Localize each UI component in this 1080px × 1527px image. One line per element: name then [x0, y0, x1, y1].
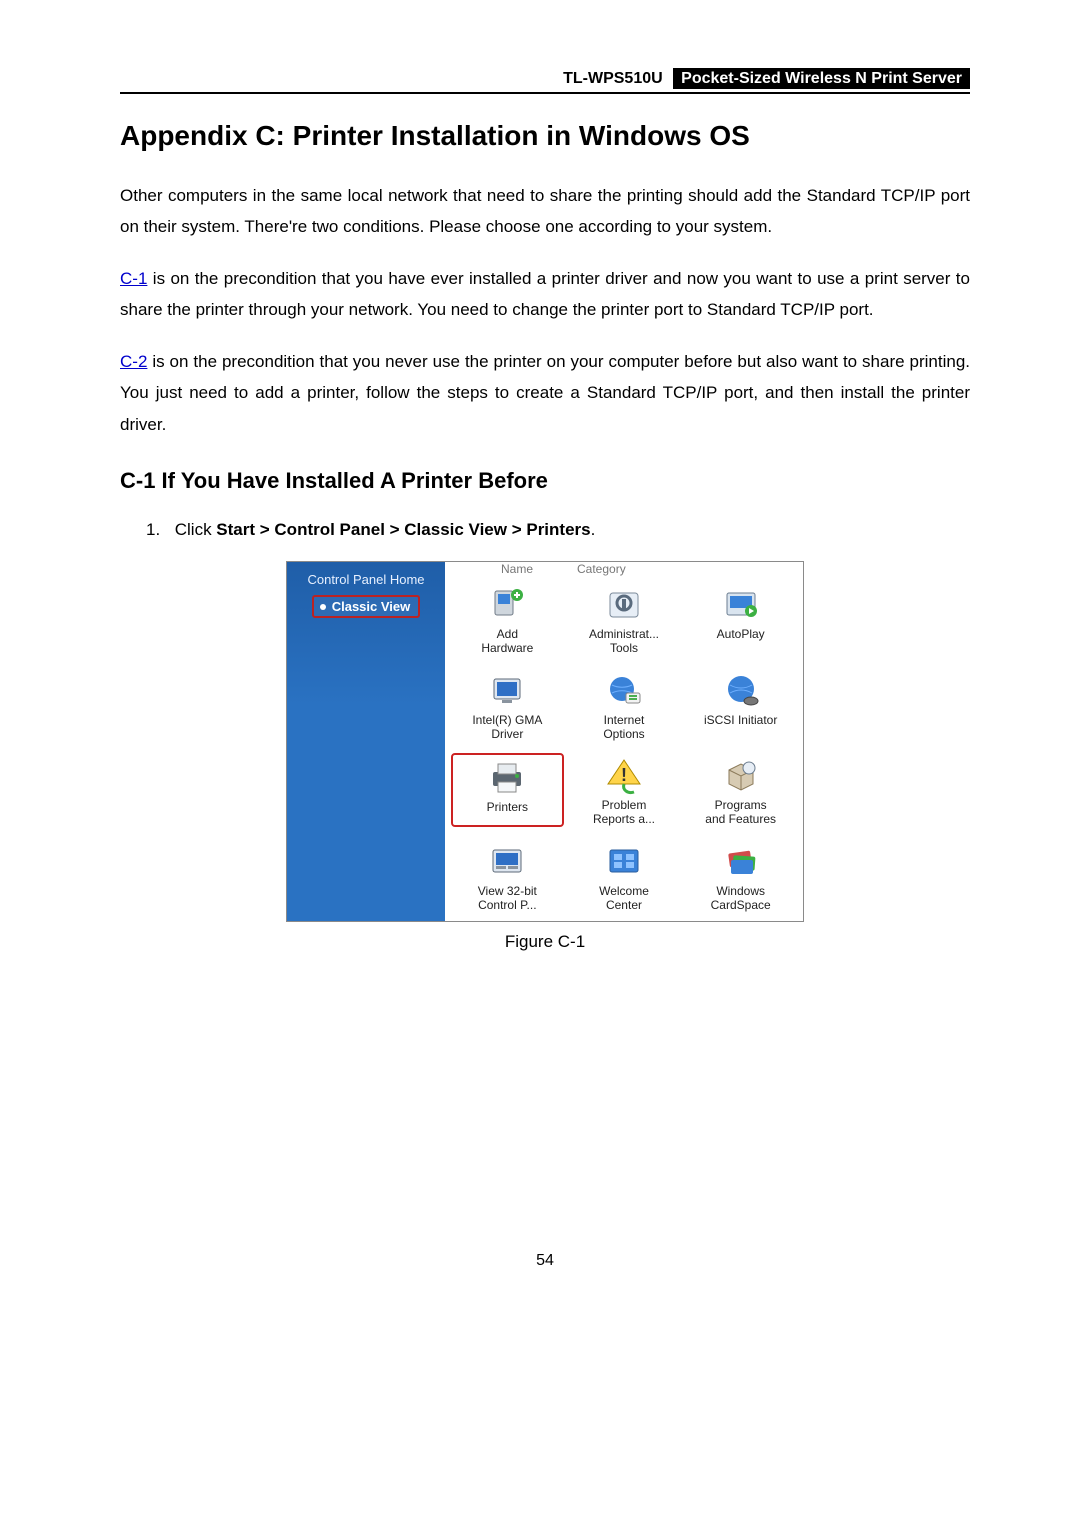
cp-item-programs-features[interactable]: Programs and Features [684, 753, 797, 827]
cp-column-headers: Name Category [451, 562, 797, 580]
printer-icon [484, 757, 530, 799]
item-label-2: Options [570, 728, 679, 742]
figure-caption: Figure C-1 [120, 932, 970, 952]
internet-options-icon [601, 670, 647, 712]
item-label-2: Center [570, 899, 679, 913]
product-desc: Pocket-Sized Wireless N Print Server [673, 68, 970, 89]
col-name: Name [457, 562, 577, 576]
item-label-1: Intel(R) GMA [453, 714, 562, 728]
cp-item-intel-gma[interactable]: Intel(R) GMA Driver [451, 668, 564, 742]
section-c1-title: C-1 If You Have Installed A Printer Befo… [120, 468, 970, 494]
cp-item-add-hardware[interactable]: Add Hardware [451, 582, 564, 656]
header-divider [120, 92, 970, 94]
step-1-path: Start > Control Panel > Classic View > P… [216, 520, 590, 539]
intro-paragraph: Other computers in the same local networ… [120, 180, 970, 243]
cp-icon-grid: Add Hardware Administrat... Tools [451, 582, 797, 912]
appendix-title: Appendix C: Printer Installation in Wind… [120, 120, 970, 152]
item-label-2: Hardware [453, 642, 562, 656]
step-1: 1. Click Start > Control Panel > Classic… [146, 516, 970, 543]
item-label-2: Driver [453, 728, 562, 742]
item-label-2: Control P... [453, 899, 562, 913]
autoplay-icon [718, 584, 764, 626]
link-c1[interactable]: C-1 [120, 269, 147, 288]
step-1-post: . [591, 520, 596, 539]
item-label-1: Printers [455, 801, 560, 815]
cp-home-link[interactable]: Control Panel Home [295, 570, 437, 589]
cp-item-iscsi[interactable]: iSCSI Initiator [684, 668, 797, 742]
control-panel-window: Control Panel Home Classic View Name Cat… [286, 561, 804, 921]
item-label-2: Tools [570, 642, 679, 656]
cp-item-windows-cardspace[interactable]: Windows CardSpace [684, 839, 797, 913]
cp-classic-label: Classic View [332, 599, 411, 614]
welcome-center-icon [601, 841, 647, 883]
hardware-icon [484, 584, 530, 626]
document-page: TL-WPS510U Pocket-Sized Wireless N Print… [0, 0, 1080, 1310]
item-label-2: CardSpace [686, 899, 795, 913]
admin-tools-icon [601, 584, 647, 626]
bullet-icon [320, 604, 326, 610]
condition-c2-paragraph: C-2 is on the precondition that you neve… [120, 346, 970, 440]
iscsi-icon [718, 670, 764, 712]
item-label-1: Welcome [570, 885, 679, 899]
item-label-1: Add [453, 628, 562, 642]
item-label-1: iSCSI Initiator [686, 714, 795, 728]
cp-sidebar: Control Panel Home Classic View [287, 562, 445, 920]
cp-main: Name Category Add Hardware [445, 562, 803, 920]
item-label-1: AutoPlay [686, 628, 795, 642]
cp-item-problem-reports[interactable]: ! Problem Reports a... [568, 753, 681, 827]
item-label-2: Reports a... [570, 813, 679, 827]
condition-c1-text: is on the precondition that you have eve… [120, 269, 970, 319]
programs-box-icon [718, 755, 764, 797]
figure-c1: Control Panel Home Classic View Name Cat… [120, 561, 970, 951]
item-label-1: Internet [570, 714, 679, 728]
item-label-1: Problem [570, 799, 679, 813]
cp-item-autoplay[interactable]: AutoPlay [684, 582, 797, 656]
product-model: TL-WPS510U [557, 68, 669, 89]
item-label-2: and Features [686, 813, 795, 827]
item-label-1: Programs [686, 799, 795, 813]
step-1-number: 1. [146, 516, 170, 543]
step-1-pre: Click [175, 520, 217, 539]
cardspace-icon [718, 841, 764, 883]
link-c2[interactable]: C-2 [120, 352, 147, 371]
cp-classic-view-link[interactable]: Classic View [312, 595, 421, 618]
monitor-icon [484, 670, 530, 712]
condition-c1-paragraph: C-1 is on the precondition that you have… [120, 263, 970, 326]
item-label-1: Administrat... [570, 628, 679, 642]
cp-item-admin-tools[interactable]: Administrat... Tools [568, 582, 681, 656]
cp-item-welcome-center[interactable]: Welcome Center [568, 839, 681, 913]
cp-item-printers[interactable]: Printers [451, 753, 564, 827]
cp-item-internet-options[interactable]: Internet Options [568, 668, 681, 742]
page-number: 54 [120, 1252, 970, 1270]
col-category: Category [577, 562, 626, 576]
doc-header: TL-WPS510U Pocket-Sized Wireless N Print… [120, 70, 970, 88]
control-panel-32-icon [484, 841, 530, 883]
condition-c2-text: is on the precondition that you never us… [120, 352, 970, 434]
cp-item-view-32bit[interactable]: View 32-bit Control P... [451, 839, 564, 913]
item-label-1: Windows [686, 885, 795, 899]
svg-text:!: ! [621, 765, 627, 785]
item-label-1: View 32-bit [453, 885, 562, 899]
warning-shield-icon: ! [601, 755, 647, 797]
